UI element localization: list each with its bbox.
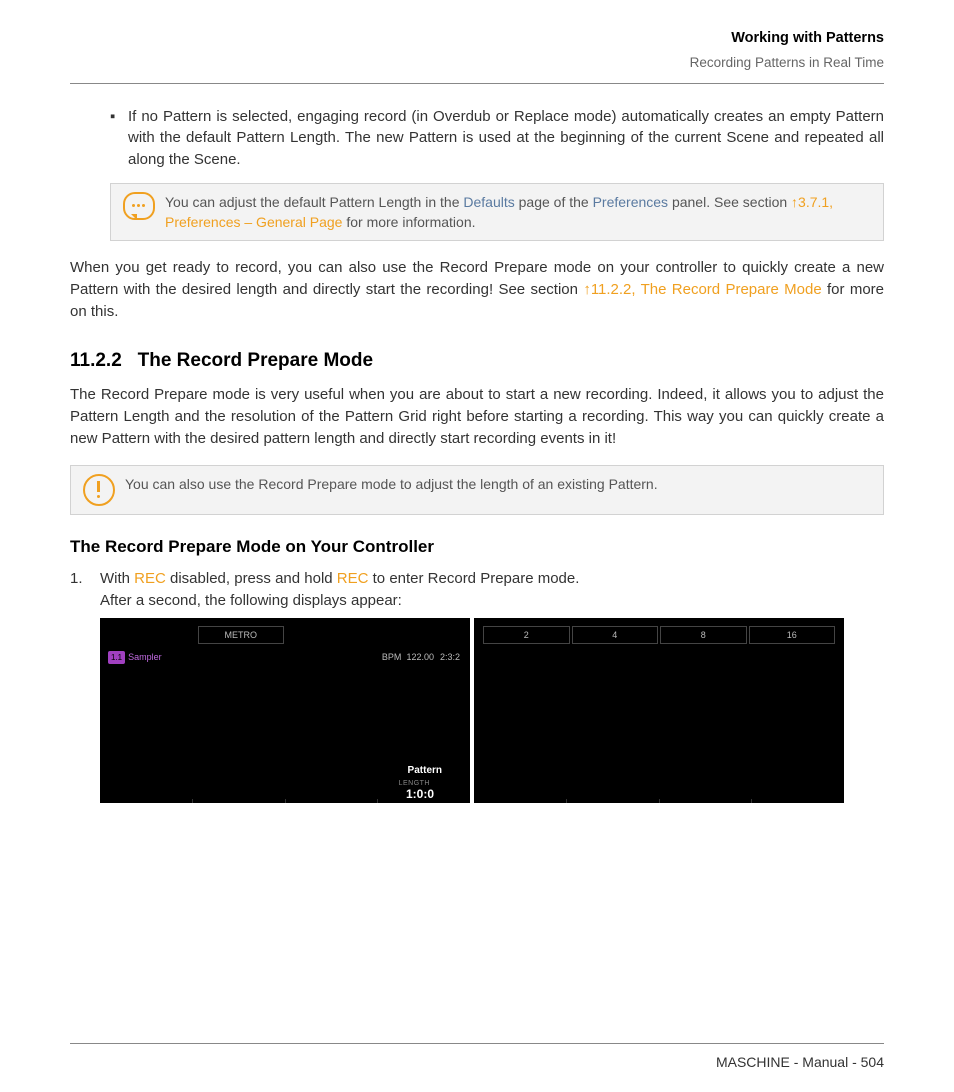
link-preferences[interactable]: Preferences bbox=[593, 194, 668, 210]
tab-2[interactable]: 2 bbox=[483, 626, 570, 644]
keyword-rec: REC bbox=[134, 570, 166, 587]
bullet-text: If no Pattern is selected, engaging reco… bbox=[128, 106, 884, 171]
group-chip: 1.1 bbox=[108, 651, 125, 665]
info-icon bbox=[83, 474, 117, 506]
left-screen: METRO 1.1 Sampler BPM 122.00 2:3:2 Patte… bbox=[100, 618, 470, 803]
step-text: With REC disabled, press and hold REC to… bbox=[100, 568, 884, 612]
bullet-marker: ▪ bbox=[110, 106, 128, 128]
footer-rule bbox=[70, 1043, 884, 1044]
xref-11-2-2[interactable]: ↑11.2.2, The Record Prepare Mode bbox=[583, 281, 821, 298]
pattern-label: Pattern bbox=[408, 764, 442, 779]
tab-empty bbox=[109, 626, 196, 644]
link-defaults[interactable]: Defaults bbox=[463, 194, 514, 210]
callout-info: You can also use the Record Prepare mode… bbox=[70, 465, 884, 515]
step-number: 1. bbox=[70, 568, 100, 590]
callout-body: You can adjust the default Pattern Lengt… bbox=[165, 192, 871, 233]
page-footer: MASCHINE - Manual - 504 bbox=[70, 1052, 884, 1072]
page: Working with Patterns Recording Patterns… bbox=[0, 0, 954, 1092]
keyword-rec: REC bbox=[337, 570, 369, 587]
tip-icon bbox=[123, 192, 157, 220]
position-readout: 2:3:2 bbox=[440, 651, 460, 664]
controller-displays: METRO 1.1 Sampler BPM 122.00 2:3:2 Patte… bbox=[100, 618, 884, 803]
tab-4[interactable]: 4 bbox=[572, 626, 659, 644]
subsection-heading: The Record Prepare Mode on Your Controll… bbox=[70, 535, 884, 560]
paragraph: When you get ready to record, you can al… bbox=[70, 257, 884, 322]
tab-16[interactable]: 16 bbox=[749, 626, 836, 644]
tab-empty bbox=[286, 626, 373, 644]
bpm-readout: BPM 122.00 bbox=[382, 651, 434, 664]
tab-empty bbox=[375, 626, 462, 644]
page-header: Working with Patterns Recording Patterns… bbox=[70, 28, 884, 73]
right-screen: 2 4 8 16 bbox=[474, 618, 844, 803]
bullet-list: ▪ If no Pattern is selected, engaging re… bbox=[70, 106, 884, 242]
tab-8[interactable]: 8 bbox=[660, 626, 747, 644]
header-chapter: Working with Patterns bbox=[70, 28, 884, 49]
paragraph: The Record Prepare mode is very useful w… bbox=[70, 384, 884, 449]
callout-tip: You can adjust the default Pattern Lengt… bbox=[110, 183, 884, 242]
bullet-item: ▪ If no Pattern is selected, engaging re… bbox=[110, 106, 884, 171]
header-section: Recording Patterns in Real Time bbox=[70, 53, 884, 73]
step-item: 1. With REC disabled, press and hold REC… bbox=[70, 568, 884, 612]
section-heading: 11.2.2 The Record Prepare Mode bbox=[70, 347, 884, 375]
header-rule bbox=[70, 83, 884, 84]
sound-name: Sampler bbox=[128, 651, 162, 664]
callout-body: You can also use the Record Prepare mode… bbox=[125, 474, 871, 494]
tab-metro[interactable]: METRO bbox=[198, 626, 285, 644]
